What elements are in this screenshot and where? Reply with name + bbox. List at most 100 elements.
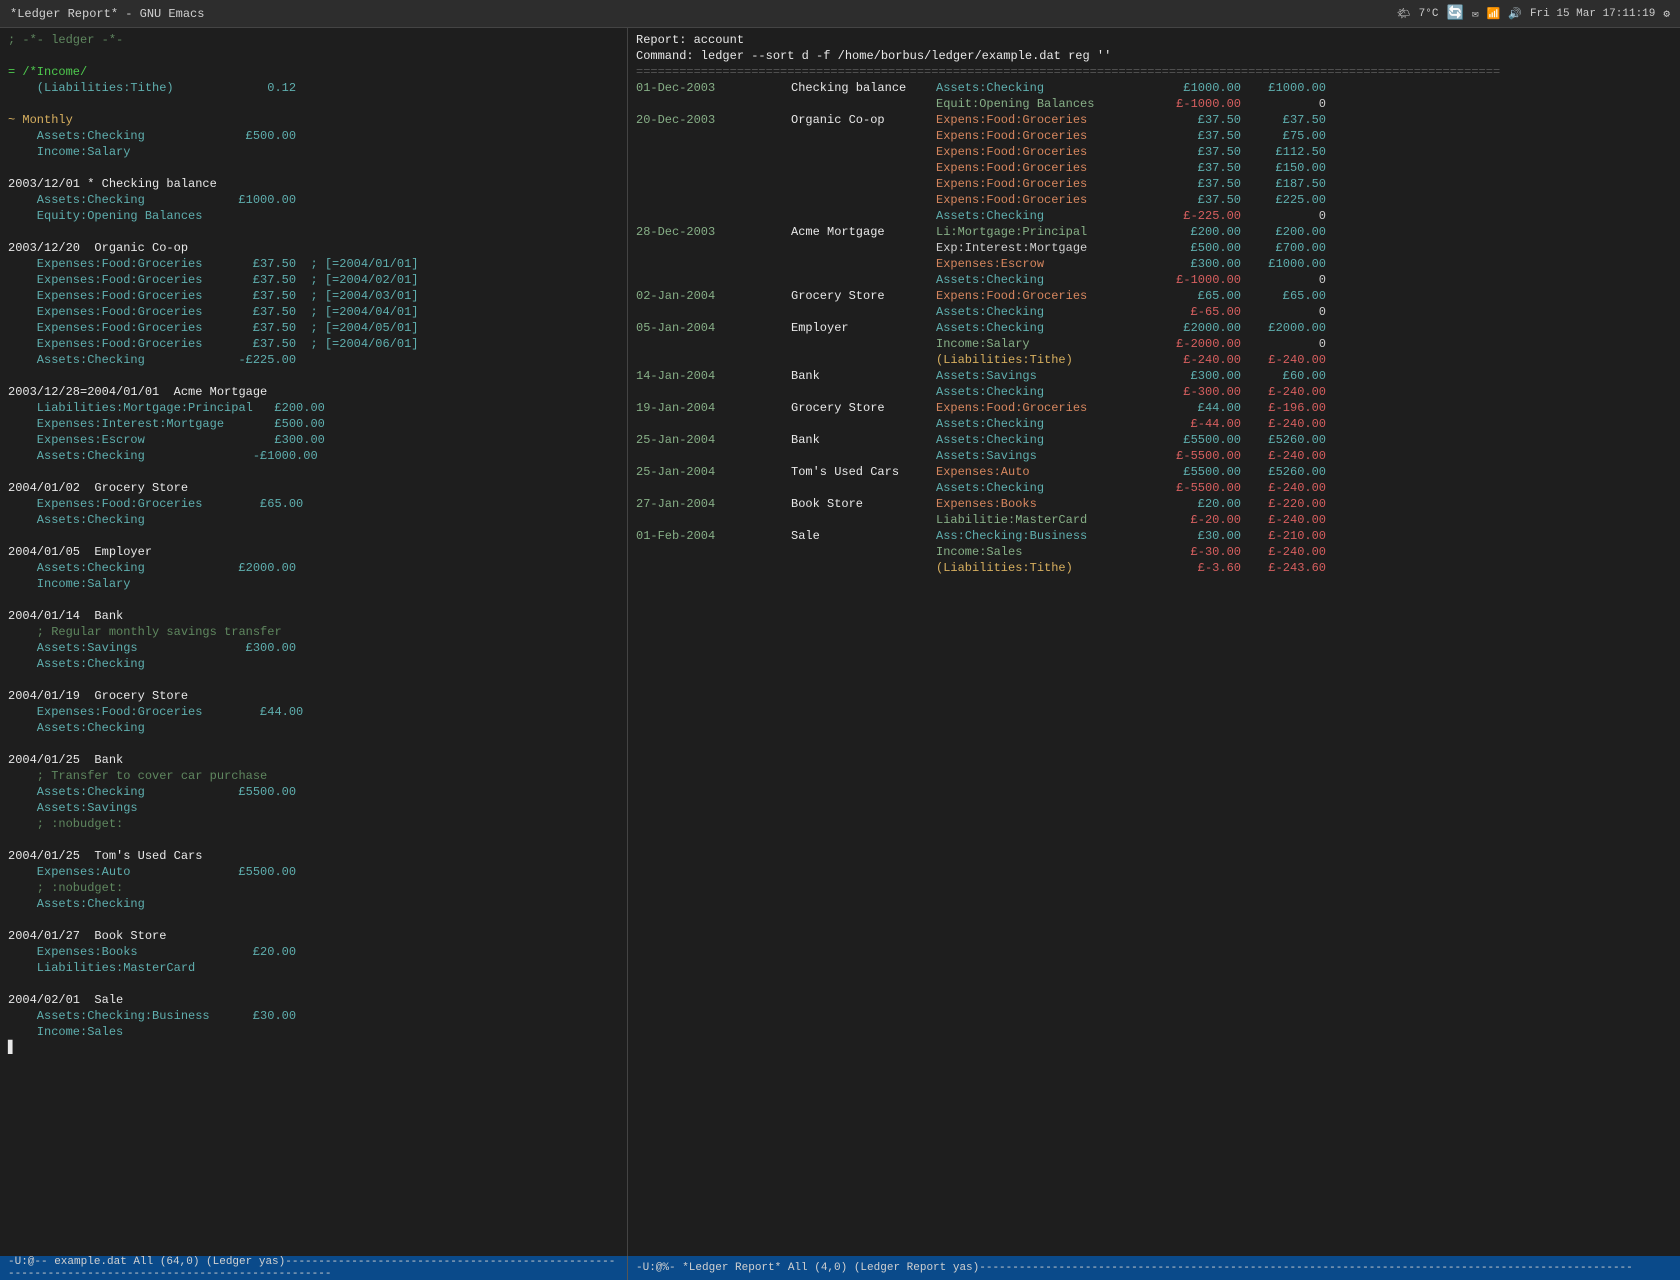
left-pane-line: 2003/12/20 Organic Co-op — [8, 240, 619, 256]
left-pane-line: Expenses:Food:Groceries £44.00 — [8, 704, 619, 720]
left-pane-line — [8, 832, 619, 848]
report-amount2: £225.00 — [1241, 192, 1326, 208]
report-date — [636, 480, 791, 496]
report-row: Expens:Food:Groceries£37.50£187.50 — [636, 176, 1672, 192]
report-account: Assets:Checking — [936, 80, 1156, 96]
statusbar-right: -U:@%- *Ledger Report* All (4,0) (Ledger… — [628, 1262, 1680, 1274]
report-desc — [791, 96, 936, 112]
report-account: (Liabilities:Tithe) — [936, 560, 1156, 576]
report-amount2: £112.50 — [1241, 144, 1326, 160]
report-desc: Grocery Store — [791, 400, 936, 416]
report-date: 05-Jan-2004 — [636, 320, 791, 336]
report-amount2: £-196.00 — [1241, 400, 1326, 416]
report-account: Expens:Food:Groceries — [936, 128, 1156, 144]
report-amount2: £187.50 — [1241, 176, 1326, 192]
left-pane-line: (Liabilities:Tithe) 0.12 — [8, 80, 619, 96]
report-desc — [791, 304, 936, 320]
report-date: 19-Jan-2004 — [636, 400, 791, 416]
report-amount1: £-30.00 — [1156, 544, 1241, 560]
left-pane-line — [8, 464, 619, 480]
mail-icon[interactable]: ✉ — [1472, 7, 1479, 21]
report-amount1: £-20.00 — [1156, 512, 1241, 528]
volume-icon[interactable]: 🔊 — [1508, 7, 1522, 21]
report-account: Li:Mortgage:Principal — [936, 224, 1156, 240]
report-row: Assets:Checking£-65.000 — [636, 304, 1672, 320]
report-desc: Employer — [791, 320, 936, 336]
left-pane-line: Assets:Checking -£225.00 — [8, 352, 619, 368]
left-pane-line: Assets:Checking — [8, 720, 619, 736]
report-row: 01-Dec-2003Checking balanceAssets:Checki… — [636, 80, 1672, 96]
report-amount1: £37.50 — [1156, 128, 1241, 144]
report-desc — [791, 384, 936, 400]
report-account: Expenses:Escrow — [936, 256, 1156, 272]
report-amount1: £65.00 — [1156, 288, 1241, 304]
left-pane-line: Expenses:Food:Groceries £37.50 ; [=2004/… — [8, 288, 619, 304]
left-pane-line: Assets:Checking:Business £30.00 — [8, 1008, 619, 1024]
left-pane-line: Expenses:Food:Groceries £37.50 ; [=2004/… — [8, 304, 619, 320]
report-desc — [791, 208, 936, 224]
left-pane-line: 2004/01/25 Tom's Used Cars — [8, 848, 619, 864]
settings-icon[interactable]: ⚙ — [1663, 7, 1670, 21]
report-date — [636, 128, 791, 144]
report-row: Assets:Savings£-5500.00£-240.00 — [636, 448, 1672, 464]
report-row: 05-Jan-2004EmployerAssets:Checking£2000.… — [636, 320, 1672, 336]
report-amount2: £5260.00 — [1241, 464, 1326, 480]
report-amount2: £75.00 — [1241, 128, 1326, 144]
report-amount2: £-240.00 — [1241, 352, 1326, 368]
report-amount2: £-240.00 — [1241, 416, 1326, 432]
report-row: Expenses:Escrow£300.00£1000.00 — [636, 256, 1672, 272]
clock: Fri 15 Mar 17:11:19 — [1530, 8, 1655, 20]
left-pane-line: 2004/01/25 Bank — [8, 752, 619, 768]
report-row: Exp:Interest:Mortgage£500.00£700.00 — [636, 240, 1672, 256]
left-pane-line — [8, 160, 619, 176]
report-amount2: 0 — [1241, 96, 1326, 112]
report-date — [636, 192, 791, 208]
report-account: Assets:Savings — [936, 448, 1156, 464]
report-amount2: £150.00 — [1241, 160, 1326, 176]
report-row: 28-Dec-2003Acme MortgageLi:Mortgage:Prin… — [636, 224, 1672, 240]
network-icon: 📶 — [1487, 7, 1501, 21]
report-date — [636, 256, 791, 272]
left-pane-line: ; :nobudget: — [8, 816, 619, 832]
report-row: Expens:Food:Groceries£37.50£150.00 — [636, 160, 1672, 176]
report-row: Expens:Food:Groceries£37.50£75.00 — [636, 128, 1672, 144]
report-amount2: £-220.00 — [1241, 496, 1326, 512]
report-row: 20-Dec-2003Organic Co-opExpens:Food:Groc… — [636, 112, 1672, 128]
left-pane-line: Expenses:Food:Groceries £65.00 — [8, 496, 619, 512]
report-date — [636, 272, 791, 288]
left-pane-line — [8, 976, 619, 992]
report-desc — [791, 176, 936, 192]
report-account: Expens:Food:Groceries — [936, 192, 1156, 208]
report-row: Assets:Checking£-44.00£-240.00 — [636, 416, 1672, 432]
report-amount1: £300.00 — [1156, 368, 1241, 384]
report-amount2: £1000.00 — [1241, 80, 1326, 96]
report-desc — [791, 448, 936, 464]
report-date: 01-Feb-2004 — [636, 528, 791, 544]
report-date: 02-Jan-2004 — [636, 288, 791, 304]
left-pane-line: Assets:Checking — [8, 512, 619, 528]
report-account: Expens:Food:Groceries — [936, 112, 1156, 128]
report-amount1: £-5500.00 — [1156, 480, 1241, 496]
report-account: Exp:Interest:Mortgage — [936, 240, 1156, 256]
report-account: Expenses:Books — [936, 496, 1156, 512]
report-date: 27-Jan-2004 — [636, 496, 791, 512]
left-pane-line: Expenses:Food:Groceries £37.50 ; [=2004/… — [8, 336, 619, 352]
report-amount1: £5500.00 — [1156, 432, 1241, 448]
report-amount2: £-240.00 — [1241, 448, 1326, 464]
report-amount2: £200.00 — [1241, 224, 1326, 240]
temperature: 7°C — [1419, 8, 1439, 20]
refresh-icon[interactable]: 🔄 — [1446, 5, 1463, 22]
report-account: Liabilitie:MasterCard — [936, 512, 1156, 528]
left-pane-line: 2003/12/01 * Checking balance — [8, 176, 619, 192]
report-row: Expens:Food:Groceries£37.50£112.50 — [636, 144, 1672, 160]
left-pane-line: 2004/01/05 Employer — [8, 544, 619, 560]
left-pane-line: Liabilities:Mortgage:Principal £200.00 — [8, 400, 619, 416]
report-amount2: £700.00 — [1241, 240, 1326, 256]
left-pane-line: ~ Monthly — [8, 112, 619, 128]
left-pane-line: 2004/01/27 Book Store — [8, 928, 619, 944]
report-desc — [791, 560, 936, 576]
report-date — [636, 240, 791, 256]
report-date — [636, 208, 791, 224]
report-amount1: £20.00 — [1156, 496, 1241, 512]
report-amount2: £-240.00 — [1241, 480, 1326, 496]
